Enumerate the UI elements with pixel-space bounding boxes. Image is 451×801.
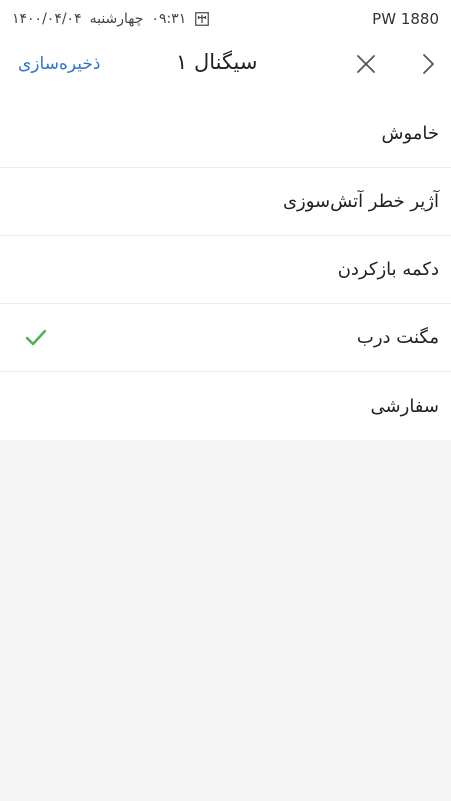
page-title: سیگنال ۱ <box>176 50 258 74</box>
option-label: دکمه بازکردن <box>337 259 439 280</box>
status-date: ۱۴۰۰/۰۴/۰۴ <box>12 11 82 27</box>
option-label: سفارشی <box>370 395 439 417</box>
checkmark-icon <box>24 326 48 350</box>
option-item[interactable]: مگنت درب <box>0 304 451 372</box>
status-device-name: PW 1880 <box>372 10 439 28</box>
option-item[interactable]: آژیر خطر آتش‌سوزی <box>0 168 451 236</box>
close-icon[interactable] <box>352 50 380 78</box>
option-label: آژیر خطر آتش‌سوزی <box>282 191 439 212</box>
option-item[interactable]: خاموش <box>0 100 451 168</box>
status-left: ۰۹:۳۱ چهارشنبه ۱۴۰۰/۰۴/۰۴ <box>12 11 210 27</box>
status-bar: ۰۹:۳۱ چهارشنبه ۱۴۰۰/۰۴/۰۴ PW 1880 <box>0 0 451 38</box>
chevron-right-icon[interactable] <box>414 50 442 78</box>
signal-options-list: خاموش آژیر خطر آتش‌سوزی دکمه بازکردن مگنت د… <box>0 100 451 440</box>
header: ذخیره‌سازی سیگنال ۱ <box>0 38 451 100</box>
network-icon <box>194 11 210 27</box>
status-time: ۰۹:۳۱ <box>151 11 187 27</box>
option-item[interactable]: سفارشی <box>0 372 451 440</box>
option-label: مگنت درب <box>356 327 439 348</box>
option-item[interactable]: دکمه بازکردن <box>0 236 451 304</box>
option-label: خاموش <box>381 123 439 144</box>
save-button[interactable]: ذخیره‌سازی <box>18 54 100 74</box>
status-day: چهارشنبه <box>89 11 144 27</box>
